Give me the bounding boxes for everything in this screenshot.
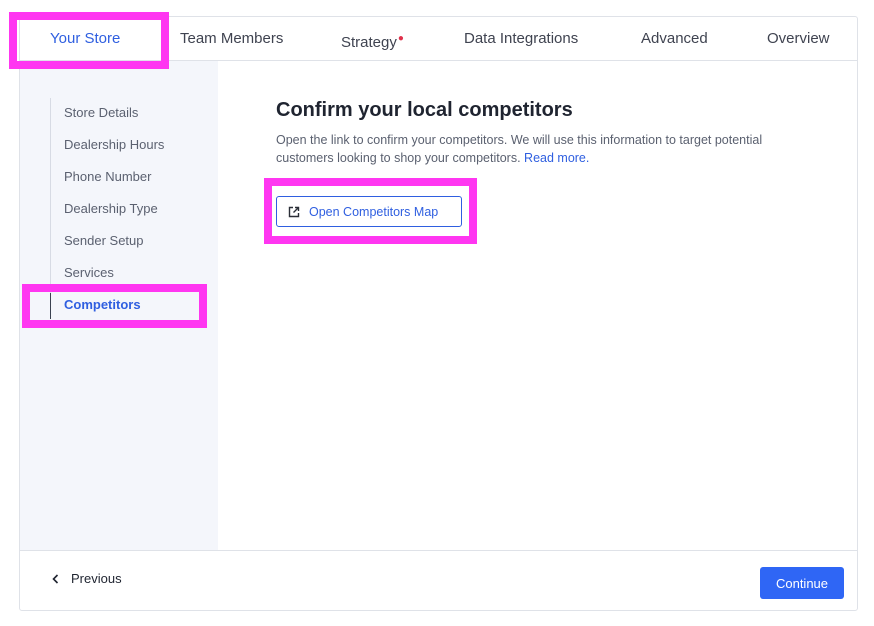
sidebar: Store Details Dealership Hours Phone Num… xyxy=(20,61,218,550)
open-competitors-map-button[interactable]: Open Competitors Map xyxy=(276,196,462,227)
sidebar-item-services[interactable]: Services xyxy=(64,265,114,280)
tab-strategy-label: Strategy xyxy=(341,34,397,51)
main-content: Confirm your local competitors Open the … xyxy=(218,61,857,550)
sidebar-item-phone-number[interactable]: Phone Number xyxy=(64,169,151,184)
tab-your-store[interactable]: Your Store xyxy=(50,17,120,60)
onboarding-panel: Your Store Team Members Strategy● Data I… xyxy=(19,16,858,611)
sidebar-active-indicator xyxy=(50,293,51,319)
sidebar-item-dealership-type[interactable]: Dealership Type xyxy=(64,201,158,216)
page-description: Open the link to confirm your competitor… xyxy=(276,131,806,167)
tab-overview[interactable]: Overview xyxy=(767,17,830,60)
chevron-left-icon xyxy=(52,573,59,584)
previous-label: Previous xyxy=(71,571,122,586)
description-text: Open the link to confirm your competitor… xyxy=(276,133,763,165)
sidebar-track xyxy=(50,98,51,319)
footer-bar: Previous Continue xyxy=(20,550,857,611)
continue-button[interactable]: Continue xyxy=(760,567,844,599)
previous-button[interactable]: Previous xyxy=(52,571,122,586)
tab-data-integrations[interactable]: Data Integrations xyxy=(464,17,578,60)
sidebar-item-competitors[interactable]: Competitors xyxy=(64,297,141,312)
sidebar-item-store-details[interactable]: Store Details xyxy=(64,105,138,120)
open-competitors-map-label: Open Competitors Map xyxy=(309,204,439,219)
external-link-icon xyxy=(288,206,300,217)
tab-strategy[interactable]: Strategy● xyxy=(341,17,404,60)
tab-bar: Your Store Team Members Strategy● Data I… xyxy=(20,17,857,61)
sidebar-item-sender-setup[interactable]: Sender Setup xyxy=(64,233,144,248)
page-title: Confirm your local competitors xyxy=(276,99,573,121)
required-dot-icon: ● xyxy=(397,33,404,44)
tab-team-members[interactable]: Team Members xyxy=(180,17,283,60)
sidebar-item-dealership-hours[interactable]: Dealership Hours xyxy=(64,137,164,152)
tab-advanced[interactable]: Advanced xyxy=(641,17,708,60)
read-more-link[interactable]: Read more. xyxy=(524,151,589,165)
